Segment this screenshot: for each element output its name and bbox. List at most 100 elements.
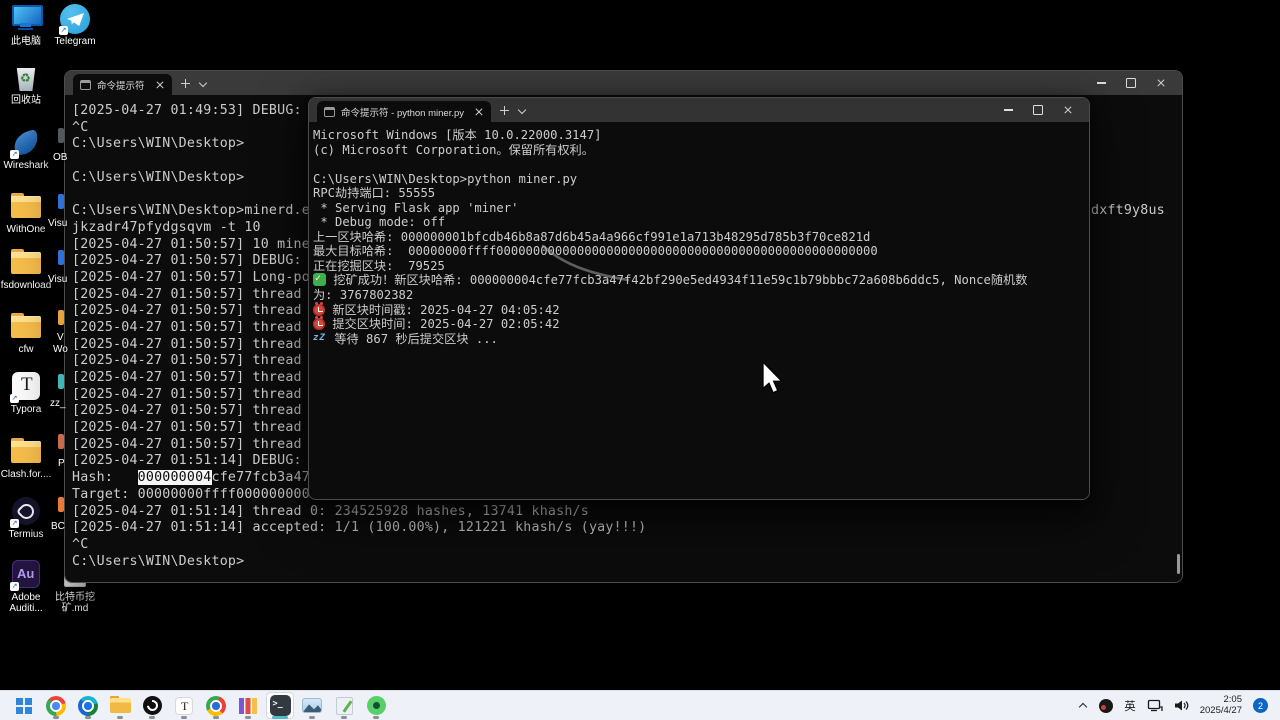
desktop-icon-folder[interactable]: WithOne xyxy=(0,192,52,235)
desktop-icon-label: cfw xyxy=(0,344,52,355)
notepad-icon xyxy=(336,697,353,715)
notification-badge[interactable]: 2 xyxy=(1253,698,1268,713)
partial-icon-label: OB xyxy=(53,152,67,163)
running-indicator xyxy=(272,716,288,719)
taskbar-button-green-app[interactable] xyxy=(362,692,390,719)
terminal-tab[interactable]: 命令提示符 xyxy=(73,74,172,95)
desktop-icon-telegram[interactable]: Telegram xyxy=(49,4,101,47)
terminal-line: C:\Users\WIN\Desktop> xyxy=(72,554,1182,571)
desktop-icon-label: fsdownload xyxy=(0,280,52,291)
taskbar-button-windows-start[interactable] xyxy=(10,692,38,719)
tray-app-icon[interactable] xyxy=(1099,699,1113,713)
desktop-icon-label: 回收站 xyxy=(0,95,52,106)
partial-icon-label: P xyxy=(58,458,65,469)
tab-close-icon[interactable] xyxy=(155,80,165,90)
terminal-line: 挖矿成功！新区块哈希: 000000004cfe77fcb3a47f42bf29… xyxy=(313,273,1089,288)
tray-chevron-icon[interactable] xyxy=(1078,701,1088,711)
obs-icon xyxy=(143,696,162,715)
minimize-button[interactable] xyxy=(993,98,1023,122)
terminal-tab[interactable]: 命令提示符 - python miner.py xyxy=(317,101,491,122)
recycle-icon xyxy=(13,63,39,93)
desktop-icon-termius[interactable]: Termius xyxy=(0,497,52,540)
taskbar-button-winrar[interactable] xyxy=(234,692,262,719)
desktop-icon-label: Typora xyxy=(0,404,52,415)
desktop-icon-typora[interactable]: Typora xyxy=(0,372,52,415)
partial-icon-label: Visu xyxy=(48,274,67,285)
partial-icon xyxy=(58,128,64,143)
desktop-icon-pc[interactable]: 此电脑 xyxy=(0,4,52,47)
terminal-line: [2025-04-27 01:51:14] accepted: 1/1 (100… xyxy=(72,520,1182,537)
file-explorer-icon xyxy=(110,698,131,714)
taskbar-button-file-explorer[interactable] xyxy=(106,692,134,719)
desktop: 此电脑Telegram 回收站 Wireshark WithOne fsdownload… xyxy=(0,0,1280,720)
desktop-icon-folder[interactable]: cfw xyxy=(0,312,52,355)
terminal-icon xyxy=(270,695,291,716)
taskbar-button-chrome-blue[interactable] xyxy=(74,692,102,719)
taskbar-button-photos[interactable] xyxy=(298,692,326,719)
running-indicator xyxy=(85,716,91,719)
chrome-blue-icon xyxy=(78,696,98,716)
running-indicator xyxy=(373,716,379,719)
desktop-icon-folder[interactable]: Clash.for.... xyxy=(0,437,52,480)
maximize-button[interactable] xyxy=(1116,71,1146,95)
folder-icon xyxy=(10,441,42,467)
running-indicator xyxy=(53,716,59,719)
partial-icon xyxy=(58,310,64,325)
running-indicator xyxy=(341,716,347,719)
taskbar-button-chrome[interactable] xyxy=(42,692,70,719)
terminal-line xyxy=(313,157,1089,172)
terminal-line: 最大目标哈希: 00000000ffff00000000000000000000… xyxy=(313,244,1089,259)
clock[interactable]: 2:05 2025/4/27 xyxy=(1200,695,1242,716)
terminal-output[interactable]: Microsoft Windows [版本 10.0.22000.3147](c… xyxy=(309,122,1089,499)
minimize-button[interactable] xyxy=(1086,71,1116,95)
network-icon[interactable] xyxy=(1147,699,1163,712)
partial-icon-label: BC xyxy=(51,521,65,532)
terminal-line: ^C xyxy=(72,537,1182,554)
system-tray: 英 2:05 2025/4/27 2 xyxy=(1078,695,1268,716)
maximize-button[interactable] xyxy=(1023,98,1053,122)
desktop-icon-folder[interactable]: fsdownload xyxy=(0,248,52,291)
terminal-line: Microsoft Windows [版本 10.0.22000.3147] xyxy=(313,128,1089,143)
desktop-icon-recycle[interactable]: 回收站 xyxy=(0,63,52,106)
tab-title: 命令提示符 xyxy=(97,78,145,92)
taskbar-button-notepad[interactable] xyxy=(330,692,358,719)
chrome-dev-icon xyxy=(206,696,226,716)
tab-dropdown-button[interactable] xyxy=(196,76,210,92)
taskbar-button-chrome-dev[interactable] xyxy=(202,692,230,719)
taskbar-button-obs[interactable] xyxy=(138,692,166,719)
tab-close-icon[interactable] xyxy=(474,107,484,117)
terminal-line: RPC劫持端口: 55555 xyxy=(313,186,1089,201)
terminal-line: 提交区块时间: 2025-04-27 02:05:42 xyxy=(313,317,1089,332)
taskbar-button-typora[interactable] xyxy=(170,692,198,719)
new-tab-button[interactable] xyxy=(497,103,513,119)
shortcut-arrow-icon xyxy=(10,150,19,159)
desktop-icon-label: Clash.for.... xyxy=(0,469,52,480)
scrollbar-thumb[interactable] xyxy=(1177,554,1180,574)
sleep-icon xyxy=(313,333,327,345)
chrome-icon xyxy=(46,696,66,716)
green-app-icon xyxy=(367,696,386,715)
close-button[interactable] xyxy=(1146,71,1176,95)
terminal-line: [2025-04-27 01:51:14] thread 0: 23452592… xyxy=(72,504,1182,521)
winrar-icon xyxy=(238,698,258,714)
shortcut-arrow-icon xyxy=(10,582,19,591)
running-indicator xyxy=(245,716,251,719)
close-button[interactable] xyxy=(1053,98,1083,122)
ime-indicator[interactable]: 英 xyxy=(1124,698,1136,714)
desktop-icon-audition[interactable]: Adobe Auditi... xyxy=(0,560,52,614)
titlebar[interactable]: 命令提示符 xyxy=(65,71,1182,95)
terminal-line: 正在挖掘区块: 79525 xyxy=(313,259,1089,274)
partial-icon-label: zz_ xyxy=(50,398,66,409)
partial-icon-label: V xyxy=(57,332,64,343)
shortcut-arrow-icon xyxy=(10,519,19,528)
desktop-icon-label: 比特币挖矿.md xyxy=(49,592,101,614)
volume-icon[interactable] xyxy=(1174,699,1189,712)
new-tab-button[interactable] xyxy=(178,76,194,92)
taskbar-app-icons xyxy=(10,692,390,719)
tab-dropdown-button[interactable] xyxy=(515,103,529,119)
titlebar[interactable]: 命令提示符 - python miner.py xyxy=(309,98,1089,122)
folder-icon xyxy=(10,316,42,342)
desktop-icon-wireshark[interactable]: Wireshark xyxy=(0,128,52,171)
cmd-icon xyxy=(80,80,91,90)
taskbar-button-terminal[interactable] xyxy=(266,692,294,719)
